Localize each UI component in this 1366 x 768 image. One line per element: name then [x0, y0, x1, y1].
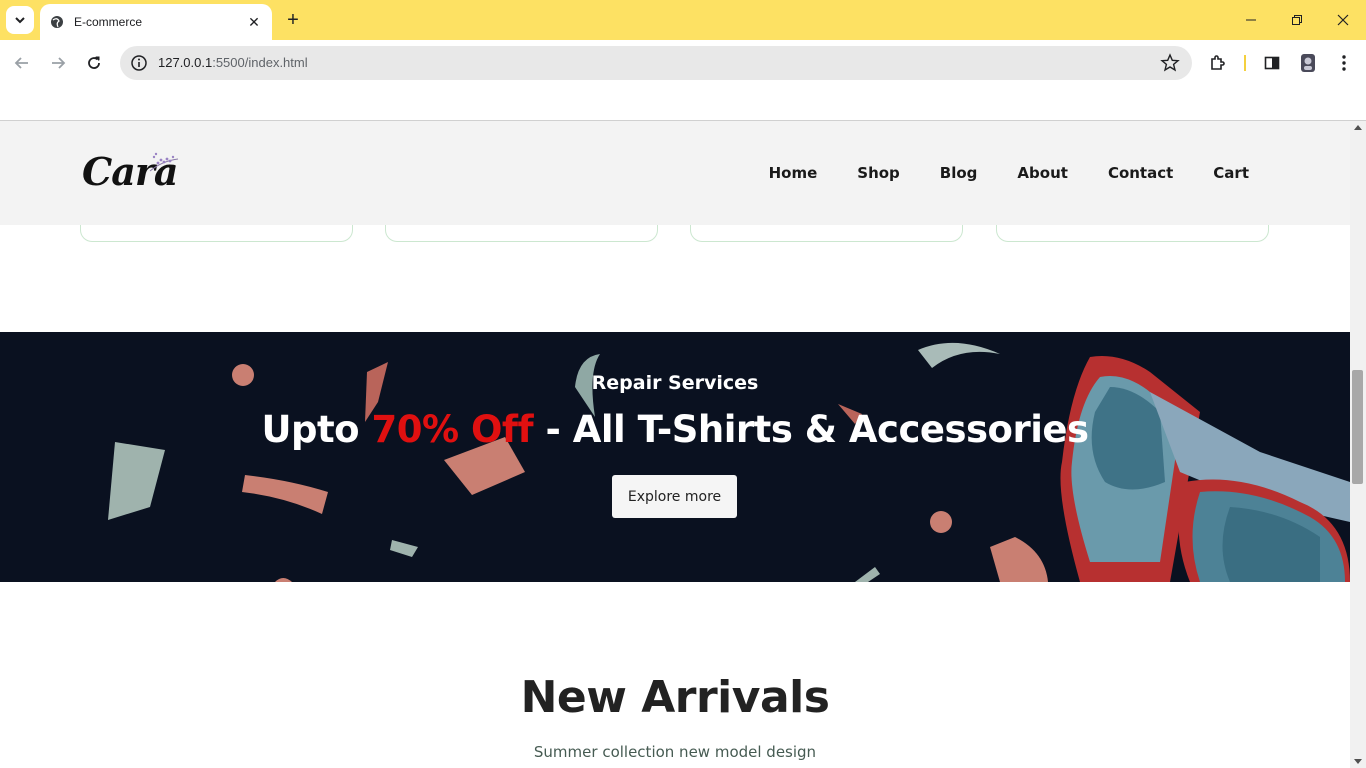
scroll-down-arrow[interactable] [1354, 759, 1362, 764]
side-panel-icon [1264, 56, 1280, 70]
nav-shop[interactable]: Shop [857, 164, 900, 182]
url-host: 127.0.0.1 [158, 55, 213, 70]
globe-icon [51, 16, 63, 28]
nav-contact[interactable]: Contact [1108, 164, 1173, 182]
close-icon[interactable]: ✕ [246, 14, 262, 31]
restore-icon [1292, 15, 1302, 25]
menu-button[interactable] [1332, 51, 1356, 75]
headline-before: Upto [261, 408, 372, 451]
restore-button[interactable] [1274, 0, 1320, 40]
scroll-thumb[interactable] [1352, 370, 1363, 484]
puzzle-icon [1211, 55, 1225, 70]
chevron-down-icon [15, 17, 25, 24]
close-icon [1337, 14, 1349, 26]
star-icon[interactable] [1160, 53, 1180, 73]
extensions-button[interactable] [1206, 51, 1230, 75]
toolbar-separator [1244, 55, 1246, 71]
address-bar[interactable]: 127.0.0.1:5500/index.html [120, 46, 1192, 80]
nav-about[interactable]: About [1017, 164, 1068, 182]
more-vert-icon [1342, 55, 1346, 71]
main-nav: Home Shop Blog About Contact Cart [729, 164, 1249, 182]
scroll-up-arrow[interactable] [1354, 125, 1362, 130]
banner-subtitle: Repair Services [591, 372, 759, 394]
lavender-icon [149, 152, 179, 172]
info-icon[interactable] [130, 54, 148, 72]
forward-button[interactable] [46, 51, 70, 75]
browser-toolbar: 127.0.0.1:5500/index.html [0, 40, 1366, 86]
tab-title: E-commerce [74, 15, 143, 29]
reload-icon [88, 56, 100, 69]
nav-blog[interactable]: Blog [940, 164, 978, 182]
nav-cart[interactable]: Cart [1213, 164, 1249, 182]
banner-background-art [108, 342, 1350, 582]
nav-home[interactable]: Home [769, 164, 818, 182]
minimize-button[interactable] [1228, 0, 1274, 40]
url-text[interactable]: 127.0.0.1:5500/index.html [158, 55, 308, 70]
section-subtitle: Summer collection new model design [533, 743, 817, 761]
arrow-left-icon [14, 57, 28, 69]
site-header: Cara Home Shop Blog About Contact Cart [0, 121, 1350, 225]
back-button[interactable] [10, 51, 34, 75]
window-close-button[interactable] [1320, 0, 1366, 40]
minimize-icon [1246, 19, 1256, 21]
section-title: New Arrivals [520, 672, 830, 723]
avatar [1301, 54, 1315, 72]
headline-highlight: 70% Off [371, 408, 534, 451]
arrow-right-icon [52, 57, 66, 69]
url-path: :5500/index.html [212, 55, 308, 70]
explore-more-button[interactable]: Explore more [612, 475, 737, 518]
page-viewport: Cara Home Shop Blog About Contact Cart R… [0, 121, 1350, 768]
reload-button[interactable] [82, 51, 106, 75]
page-scrollbar[interactable] [1350, 121, 1366, 768]
promo-banner: Repair Services Upto 70% Off - All T-Shi… [0, 332, 1350, 582]
browser-tab[interactable]: E-commerce ✕ [40, 4, 272, 40]
profile-button[interactable] [1296, 51, 1320, 75]
headline-after: - All T-Shirts & Accessories [533, 408, 1089, 451]
new-tab-button[interactable]: + [282, 9, 304, 31]
browser-tabbar: E-commerce ✕ + [0, 0, 1366, 40]
side-panel-button[interactable] [1260, 51, 1284, 75]
tab-search-button[interactable] [6, 6, 34, 34]
banner-headline: Upto 70% Off - All T-Shirts & Accessorie… [0, 408, 1350, 451]
